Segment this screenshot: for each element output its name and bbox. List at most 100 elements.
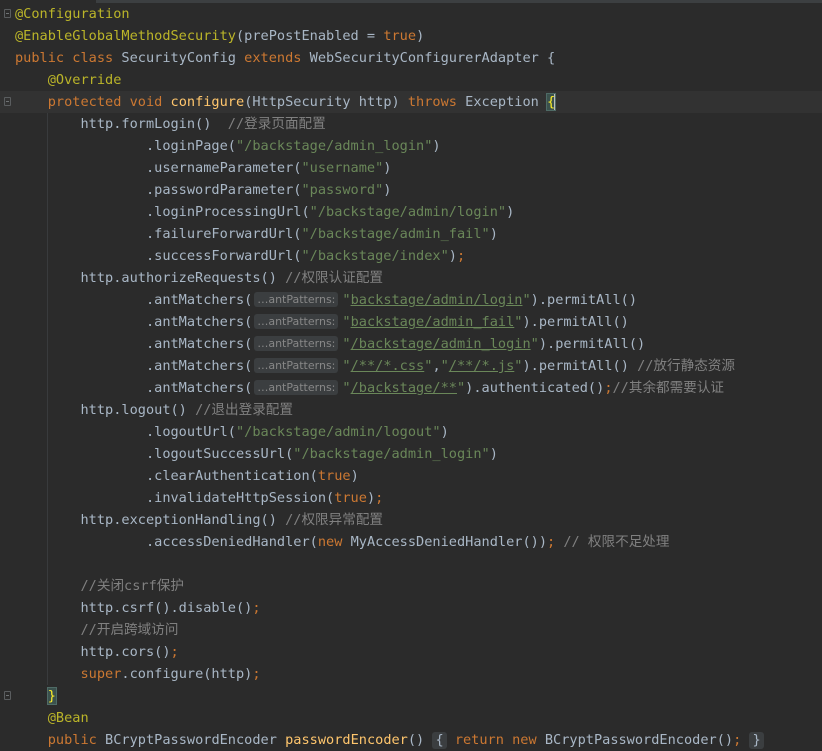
code-token: " [522,292,531,308]
code-token: " [342,358,351,374]
code-line[interactable]: .passwordParameter("password") [0,179,822,201]
code-token: { [432,732,447,749]
code-token: .logoutUrl( [15,424,236,440]
code-line[interactable]: .accessDeniedHandler(new MyAccessDeniedH… [0,531,822,553]
code-token: "/backstage/admin_login" [235,138,433,154]
code-line[interactable]: .loginProcessingUrl("/backstage/admin/lo… [0,201,822,223]
code-token: .loginPage( [15,138,236,154]
code-token: .antMatchers( [15,336,253,352]
code-line[interactable]: .logoutSuccessUrl("/backstage/admin_logi… [0,443,822,465]
code-token: .successForwardUrl( [15,248,302,264]
code-token: ).permitAll() [522,358,638,374]
code-token: extends [244,50,310,66]
code-comment: //退出登录配置 [195,402,293,418]
code-token: true [383,28,417,44]
code-line[interactable]: .clearAuthentication(true) [0,465,822,487]
code-token: http.authorizeRequests() [15,270,286,286]
code-line[interactable]: @Configuration [0,3,822,25]
code-line[interactable]: super.configure(http); [0,663,822,685]
code-editor[interactable]: @Configuration @EnableGlobalMethodSecurit… [0,3,822,751]
fold-marker-icon[interactable] [4,97,11,106]
code-line[interactable]: http.exceptionHandling() //权限异常配置 [0,509,822,531]
parameter-hint: …antPatterns: [254,358,339,373]
code-line[interactable]: .invalidateHttpSession(true); [0,487,822,509]
code-token: @Bean [47,710,89,726]
code-token: /**/*.css [350,358,425,374]
code-token: backstage/admin/login [350,292,523,308]
code-token: .accessDeniedHandler( [15,534,318,550]
code-line[interactable]: http.csrf().disable(); [0,597,822,619]
code-token: ) [383,182,392,198]
code-token: ) [489,446,498,462]
code-line[interactable]: .failureForwardUrl("/backstage/admin_fai… [0,223,822,245]
code-line[interactable]: //开启跨域访问 [0,619,822,641]
code-token: /**/*.js [448,358,515,374]
code-line[interactable]: @Bean [0,707,822,729]
code-token: " [342,314,351,330]
fold-marker-icon[interactable] [4,9,11,18]
code-token: http.csrf().disable() [15,600,253,616]
indent-guide [47,157,48,179]
indent-guide [47,223,48,245]
code-token: new [317,534,351,550]
code-line[interactable]: } [0,685,822,707]
code-line[interactable]: .antMatchers(…antPatterns: "backstage/adm… [0,289,822,311]
code-token: "/backstage/admin_login" [293,446,490,462]
code-token: .antMatchers( [15,380,253,396]
code-token: } [46,687,57,705]
code-token: super [80,666,122,682]
code-line[interactable] [0,553,822,575]
code-token: .logoutSuccessUrl( [15,446,294,462]
code-token: .passwordParameter( [15,182,302,198]
indent-guide [47,421,48,443]
indent-guide [47,377,48,399]
code-comment: //登录页面配置 [227,116,326,132]
indent-guide [47,663,48,685]
code-line[interactable]: public BCryptPasswordEncoder passwordEnc… [0,729,822,751]
indent-guide [47,575,48,597]
code-line[interactable]: .antMatchers(…antPatterns: "/**/*.css","/… [0,355,822,377]
code-token: "/backstage/admin/login" [309,204,507,220]
indent-guide [47,267,48,289]
code-line[interactable]: http.formLogin() //登录页面配置 [0,113,822,135]
indent-guide [47,179,48,201]
indent-guide [47,245,48,267]
indent-guide [47,487,48,509]
code-line[interactable]: public class SecurityConfig extends WebS… [0,47,822,69]
code-line[interactable]: .loginPage("/backstage/admin_login") [0,135,822,157]
code-token: true [317,468,351,484]
code-token: (HttpSecurity http) [244,94,408,110]
code-token: () [407,732,433,748]
code-line[interactable]: .antMatchers(…antPatterns: "backstage/adm… [0,311,822,333]
code-line[interactable]: .logoutUrl("/backstage/admin/logout") [0,421,822,443]
code-token: @Configuration [15,6,130,22]
code-token: "password" [301,182,384,198]
indent-guide [47,355,48,377]
fold-marker-icon[interactable] [4,691,11,700]
code-line[interactable]: http.logout() //退出登录配置 [0,399,822,421]
code-token: Exception [465,94,548,110]
code-line[interactable]: .usernameParameter("username") [0,157,822,179]
code-line[interactable]: http.authorizeRequests() //权限认证配置 [0,267,822,289]
code-token: , [432,358,441,374]
code-line[interactable]: .successForwardUrl("/backstage/index"); [0,245,822,267]
code-token: ).permitAll() [530,292,638,308]
code-token: ; [604,380,613,396]
code-line[interactable]: @EnableGlobalMethodSecurity(prePostEnabl… [0,25,822,47]
parameter-hint: …antPatterns: [254,336,339,351]
parameter-hint: …antPatterns: [254,292,339,307]
code-line[interactable]: http.cors(); [0,641,822,663]
code-token: ; [547,534,564,550]
code-token: "username" [301,160,384,176]
code-token: ).permitAll() [538,336,646,352]
indent-guide [47,113,48,135]
code-token: .failureForwardUrl( [15,226,302,242]
code-token: ; [170,644,179,660]
code-token: " [342,380,351,396]
code-line[interactable]: .antMatchers(…antPatterns: "/backstage/**… [0,377,822,399]
code-line[interactable]: .antMatchers(…antPatterns: "/backstage/ad… [0,333,822,355]
code-line[interactable]: protected void configure(HttpSecurity ht… [0,91,822,113]
code-line[interactable]: @Override [0,69,822,91]
code-line[interactable]: //关闭csrf保护 [0,575,822,597]
code-token: MyAccessDeniedHandler()) [350,534,547,550]
